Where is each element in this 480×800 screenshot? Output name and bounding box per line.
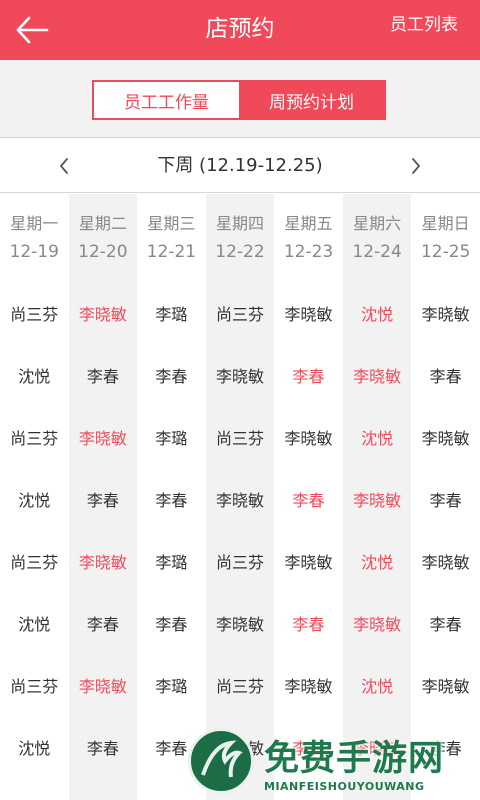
- schedule-cell[interactable]: 沈悦: [0, 344, 69, 406]
- schedule-cell[interactable]: 李春: [137, 468, 206, 530]
- weekday-label: 星期四: [215, 214, 264, 233]
- segmented-tabs: 员工工作量 周预约计划: [92, 80, 386, 120]
- schedule-cell[interactable]: 尚三芬: [206, 530, 275, 592]
- date-label: 12-24: [352, 242, 402, 262]
- date-label: 12-20: [78, 242, 128, 262]
- tab-weekly-plan[interactable]: 周预约计划: [239, 82, 384, 118]
- employee-list-link[interactable]: 员工列表: [390, 0, 458, 60]
- schedule-cell[interactable]: 李晓敏: [206, 344, 275, 406]
- tab-employee-workload[interactable]: 员工工作量: [94, 82, 239, 118]
- schedule-cell[interactable]: 李晓敏: [69, 654, 138, 716]
- weekday-label: 星期一: [10, 214, 59, 233]
- date-label: 12-23: [283, 242, 334, 262]
- schedule-cell[interactable]: 李晓敏: [69, 282, 138, 344]
- app-header: 店预约 员工列表: [0, 0, 480, 60]
- schedule-cell[interactable]: 尚三芬: [0, 654, 69, 716]
- watermark: 免费手游网 MIANFEISHOUYOUWANG: [182, 728, 480, 800]
- schedule-cell[interactable]: 沈悦: [343, 282, 412, 344]
- schedule-cell[interactable]: 李春: [411, 592, 480, 654]
- schedule-cell[interactable]: 李晓敏: [274, 406, 343, 468]
- day-header: 星期五 12-23: [274, 194, 343, 282]
- day-header: 星期日 12-25: [411, 194, 480, 282]
- day-column: 星期日12-25李晓敏李春李晓敏李春李晓敏李春李晓敏李春李晓敏: [411, 194, 480, 800]
- schedule-cell[interactable]: 李春: [411, 468, 480, 530]
- schedule-cell[interactable]: 李晓敏: [274, 530, 343, 592]
- schedule-cell[interactable]: 李晓敏: [69, 530, 138, 592]
- schedule-cell[interactable]: 李春: [69, 716, 138, 778]
- schedule-cell[interactable]: 尚三芬: [0, 282, 69, 344]
- date-label: 12-25: [420, 242, 471, 262]
- schedule-cell[interactable]: 尚三芬: [0, 530, 69, 592]
- weekday-label: 星期三: [147, 214, 196, 233]
- week-navigator: 下周 (12.19-12.25): [0, 139, 480, 193]
- date-label: 12-21: [146, 242, 197, 262]
- schedule-cell[interactable]: 李晓敏: [343, 592, 412, 654]
- weekday-label: 星期日: [421, 214, 470, 233]
- weekday-label: 星期五: [284, 214, 333, 233]
- day-column: 星期五12-23李晓敏李春李晓敏李春李晓敏李春李晓敏李春李晓敏: [274, 194, 343, 800]
- prev-week-button[interactable]: [44, 146, 84, 186]
- schedule-cell[interactable]: 李春: [137, 592, 206, 654]
- schedule-cell[interactable]: 李晓敏: [411, 282, 480, 344]
- schedule-cell[interactable]: 尚三芬: [0, 406, 69, 468]
- schedule-cell[interactable]: 李晓敏: [69, 406, 138, 468]
- schedule-cell[interactable]: 沈悦: [0, 468, 69, 530]
- day-column: 星期三12-21李璐李春李璐李春李璐李春李璐李春李璐: [137, 194, 206, 800]
- schedule-cell[interactable]: 沈悦: [0, 716, 69, 778]
- day-column: 星期六12-24沈悦李晓敏沈悦李晓敏沈悦李晓敏沈悦李晓敏沈悦: [342, 194, 412, 800]
- schedule-cell[interactable]: 尚三芬: [206, 406, 275, 468]
- schedule-cell[interactable]: 李璐: [137, 654, 206, 716]
- day-header: 星期六 12-24: [343, 194, 412, 282]
- schedule-cell[interactable]: 李晓敏: [411, 406, 480, 468]
- day-header: 星期一 12-19: [0, 194, 69, 282]
- chevron-left-icon: [59, 158, 68, 174]
- day-header: 星期四 12-22: [206, 194, 275, 282]
- schedule-cell[interactable]: 李春: [274, 344, 343, 406]
- schedule-cell[interactable]: 李晓敏: [69, 778, 138, 800]
- schedule-cell[interactable]: 李晓敏: [411, 654, 480, 716]
- schedule-cell[interactable]: 尚三芬: [0, 778, 69, 800]
- tabs-bar: 员工工作量 周预约计划: [0, 60, 480, 138]
- schedule-cell[interactable]: 李璐: [137, 530, 206, 592]
- weekday-label: 星期六: [353, 214, 402, 233]
- schedule-cell[interactable]: 李春: [137, 344, 206, 406]
- date-label: 12-19: [9, 242, 59, 262]
- date-label: 12-22: [215, 242, 265, 262]
- schedule-cell[interactable]: 李春: [411, 344, 480, 406]
- schedule-cell[interactable]: 李晓敏: [411, 530, 480, 592]
- chevron-right-icon: [412, 158, 421, 174]
- schedule-cell[interactable]: 李璐: [137, 282, 206, 344]
- schedule-cell[interactable]: 李春: [274, 592, 343, 654]
- schedule-cell[interactable]: 李晓敏: [206, 592, 275, 654]
- day-column: 星期一12-19尚三芬沈悦尚三芬沈悦尚三芬沈悦尚三芬沈悦尚三芬: [0, 194, 69, 800]
- schedule-cell[interactable]: 李春: [69, 468, 138, 530]
- day-header: 星期二 12-20: [69, 194, 138, 282]
- next-week-button[interactable]: [396, 146, 436, 186]
- schedule-cell[interactable]: 李晓敏: [206, 468, 275, 530]
- day-column: 星期二12-20李晓敏李春李晓敏李春李晓敏李春李晓敏李春李晓敏: [68, 194, 138, 800]
- schedule-cell[interactable]: 李晓敏: [343, 468, 412, 530]
- schedule-cell[interactable]: 沈悦: [0, 592, 69, 654]
- schedule-cell[interactable]: 李春: [69, 592, 138, 654]
- schedule-cell[interactable]: 尚三芬: [206, 654, 275, 716]
- day-header: 星期三 12-21: [137, 194, 206, 282]
- schedule-cell[interactable]: 李晓敏: [274, 654, 343, 716]
- schedule-cell[interactable]: 李璐: [137, 406, 206, 468]
- schedule-cell[interactable]: 李晓敏: [343, 344, 412, 406]
- schedule-cell[interactable]: 沈悦: [343, 654, 412, 716]
- schedule-cell[interactable]: 李春: [274, 468, 343, 530]
- schedule-cell[interactable]: 尚三芬: [206, 282, 275, 344]
- watermark-text: 免费手游网: [264, 739, 445, 779]
- schedule-cell[interactable]: 沈悦: [343, 406, 412, 468]
- schedule-grid: 星期一12-19尚三芬沈悦尚三芬沈悦尚三芬沈悦尚三芬沈悦尚三芬星期二12-20李…: [0, 194, 480, 800]
- schedule-cell[interactable]: 李春: [69, 344, 138, 406]
- day-column: 星期四12-22尚三芬李晓敏尚三芬李晓敏尚三芬李晓敏尚三芬李晓敏尚三芬: [205, 194, 275, 800]
- schedule-cell[interactable]: 沈悦: [343, 530, 412, 592]
- schedule-cell[interactable]: 李晓敏: [274, 282, 343, 344]
- watermark-subtext: MIANFEISHOUYOUWANG: [264, 780, 425, 793]
- watermark-logo: [188, 728, 254, 794]
- weekday-label: 星期二: [78, 214, 127, 233]
